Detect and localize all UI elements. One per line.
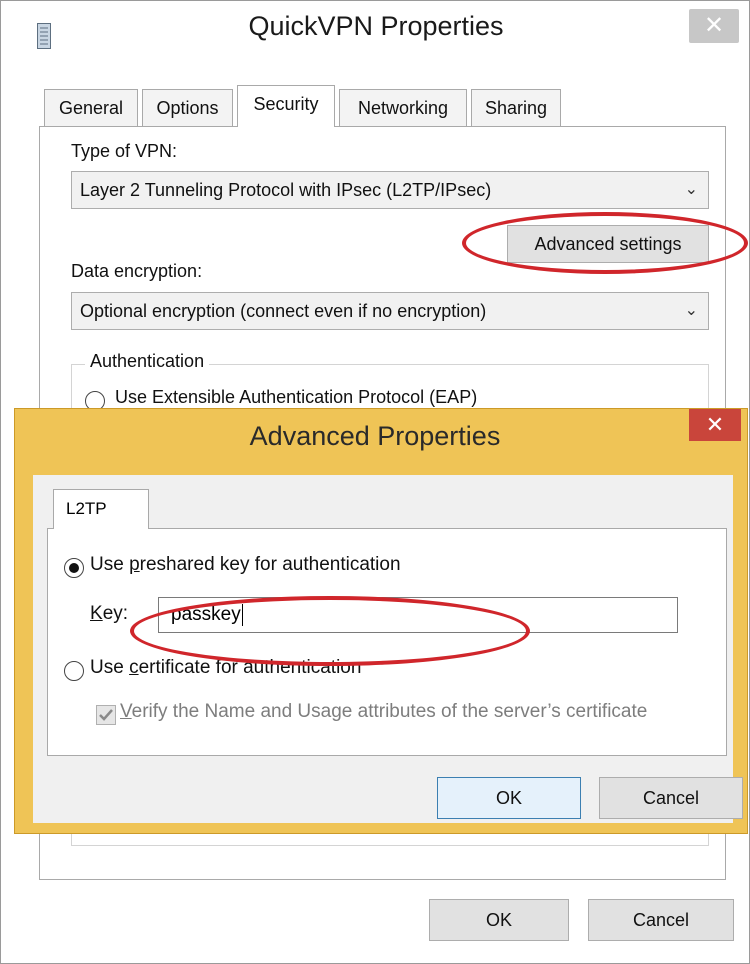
preshared-key-option-label: Use preshared key for authentication (90, 554, 401, 575)
chevron-down-icon: ⌄ (684, 302, 698, 319)
checkmark-icon (99, 709, 113, 721)
dialog-close-button[interactable]: ✕ (689, 409, 741, 441)
tab-sharing[interactable]: Sharing (471, 89, 561, 127)
tab-l2tp[interactable]: L2TP (53, 489, 149, 529)
advanced-properties-dialog: Advanced Properties ✕ L2TP Use preshared… (14, 408, 748, 834)
tab-networking[interactable]: Networking (339, 89, 467, 127)
data-encryption-label: Data encryption: (71, 261, 203, 281)
eap-option-label: Use Extensible Authentication Protocol (… (115, 387, 478, 407)
vpn-type-select[interactable]: Layer 2 Tunneling Protocol with IPsec (L… (71, 171, 709, 209)
key-value: passkey (171, 604, 241, 625)
certificate-option-label: Use certificate for authentication (90, 657, 362, 678)
tab-security[interactable]: Security (237, 85, 335, 127)
vpn-type-label: Type of VPN: (71, 141, 178, 161)
close-icon: ✕ (705, 412, 725, 437)
l2tp-tab-panel: Use preshared key for authentication Key… (47, 528, 727, 756)
dialog-body: L2TP Use preshared key for authenticatio… (33, 475, 743, 823)
close-icon: ✕ (703, 12, 725, 39)
verify-checkbox[interactable] (96, 705, 116, 725)
advanced-settings-button[interactable]: Advanced settings (507, 225, 709, 263)
key-input[interactable]: passkey (158, 597, 678, 633)
text-cursor (241, 603, 243, 626)
radio-selected-dot (69, 563, 79, 573)
preshared-key-radio[interactable] (64, 558, 84, 578)
chevron-down-icon: ⌄ (684, 181, 698, 198)
tab-general[interactable]: General (44, 89, 138, 127)
tab-options[interactable]: Options (142, 89, 233, 127)
verify-checkbox-label: Verify the Name and Usage attributes of … (120, 701, 648, 722)
dialog-ok-button[interactable]: OK (437, 777, 581, 819)
close-button[interactable]: ✕ (689, 9, 739, 43)
data-encryption-value: Optional encryption (connect even if no … (80, 301, 487, 321)
window-title: QuickVPN Properties (248, 11, 504, 41)
cancel-button[interactable]: Cancel (588, 899, 734, 941)
ok-button[interactable]: OK (429, 899, 569, 941)
dialog-cancel-button[interactable]: Cancel (599, 777, 743, 819)
vpn-type-value: Layer 2 Tunneling Protocol with IPsec (L… (80, 180, 492, 200)
authentication-group-label: Authentication (85, 351, 210, 372)
dialog-title: Advanced Properties (249, 421, 501, 451)
data-encryption-select[interactable]: Optional encryption (connect even if no … (71, 292, 709, 330)
key-label: Key: (90, 603, 129, 624)
certificate-radio[interactable] (64, 661, 84, 681)
